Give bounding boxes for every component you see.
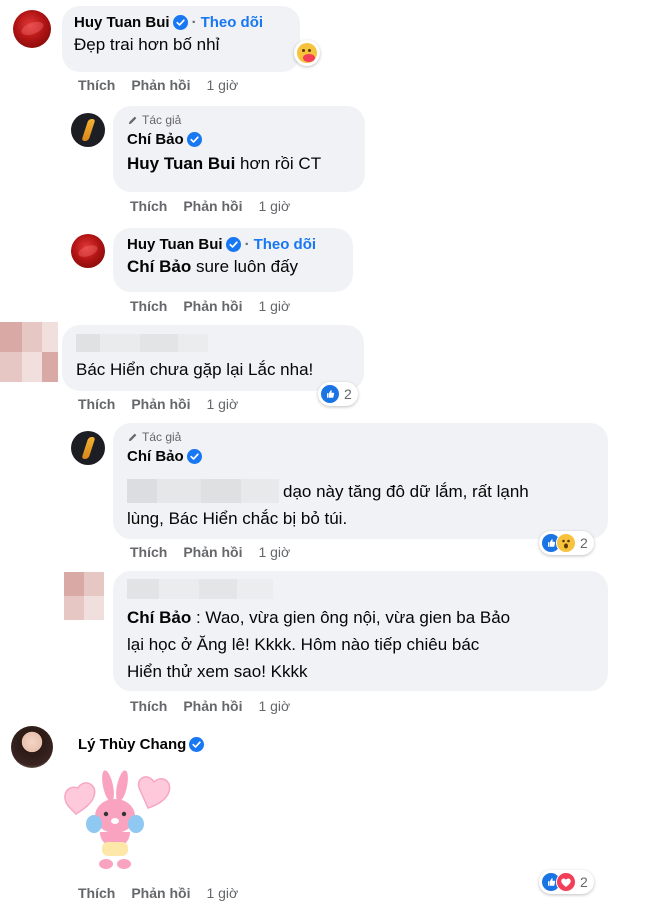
comment-text-line-3: Hiển thử xem sao! Kkkk <box>127 662 308 681</box>
avatar[interactable] <box>11 726 53 768</box>
comment-actions: Thích Phản hồi 1 giờ <box>78 885 238 901</box>
reply-link[interactable]: Phản hồi <box>183 544 242 560</box>
timestamp[interactable]: 1 giờ <box>258 298 290 314</box>
commenter-name[interactable]: Huy Tuan Bui <box>74 14 170 31</box>
comment-bubble: Tác giả Chí Bảo Huy Tuan Bui hơn rồi CT <box>113 106 365 192</box>
commenter-name[interactable]: Lý Thùy Chang <box>78 736 186 753</box>
like-link[interactable]: Thích <box>78 396 115 412</box>
reply-link[interactable]: Phản hồi <box>131 885 190 901</box>
like-link[interactable]: Thích <box>130 544 167 560</box>
comment-bubble: Huy Tuan Bui · Theo dõi Đẹp trai hơn bố … <box>62 6 300 72</box>
comment-actions: Thích Phản hồi 1 giờ <box>130 698 290 714</box>
author-tag: Tác giả <box>127 113 351 127</box>
follow-button[interactable]: Theo dõi <box>254 236 317 253</box>
comment-text-line-2: lùng, Bác Hiển chắc bị bỏ túi. <box>127 509 348 528</box>
reaction-count: 2 <box>344 386 352 402</box>
comment-actions: Thích Phản hồi 1 giờ <box>78 77 238 93</box>
blurred-name <box>76 334 208 352</box>
reaction-count: 2 <box>580 874 588 890</box>
reply-link[interactable]: Phản hồi <box>183 198 242 214</box>
comment-bubble: Tác giả Chí Bảo dạo này tăng đô dữ lắm, … <box>113 423 608 539</box>
comment-text-line-2: lại học ở Ăng lê! Kkkk. Hôm nào tiếp chi… <box>127 635 480 654</box>
blurred-mention <box>127 479 279 503</box>
comment-text: Đẹp trai hơn bố nhỉ <box>74 35 220 54</box>
avatar[interactable] <box>71 431 105 465</box>
timestamp[interactable]: 1 giờ <box>258 544 290 560</box>
care-icon <box>556 872 576 892</box>
like-link[interactable]: Thích <box>78 77 115 93</box>
commenter-name[interactable]: Chí Bảo <box>127 131 184 148</box>
comment-actions: Thích Phản hồi 1 giờ <box>130 198 290 214</box>
reply-link[interactable]: Phản hồi <box>131 396 190 412</box>
separator: · <box>244 236 250 253</box>
timestamp[interactable]: 1 giờ <box>206 396 238 412</box>
comment-text-line-1: dạo này tăng đô dữ lắm, rất lạnh <box>283 482 529 501</box>
timestamp[interactable]: 1 giờ <box>206 885 238 901</box>
commenter-name[interactable]: Chí Bảo <box>127 448 184 465</box>
follow-button[interactable]: Theo dõi <box>201 14 264 31</box>
reply-link[interactable]: Phản hồi <box>131 77 190 93</box>
mention-link[interactable]: Chí Bảo <box>127 257 191 276</box>
author-label: Tác giả <box>142 430 182 444</box>
timestamp[interactable]: 1 giờ <box>258 698 290 714</box>
timestamp[interactable]: 1 giờ <box>206 77 238 93</box>
mention-link[interactable]: Huy Tuan Bui <box>127 154 235 173</box>
comment-text: Bác Hiển chưa gặp lại Lắc nha! <box>76 360 314 379</box>
comment-actions: Thích Phản hồi 1 giờ <box>78 396 238 412</box>
like-link[interactable]: Thích <box>78 885 115 901</box>
like-link[interactable]: Thích <box>130 298 167 314</box>
avatar[interactable] <box>71 234 105 268</box>
commenter-name[interactable]: Huy Tuan Bui <box>127 236 223 253</box>
reaction-summary[interactable]: 2 <box>539 531 594 555</box>
mention-link[interactable]: Chí Bảo <box>127 608 191 627</box>
like-icon <box>320 384 340 404</box>
avatar[interactable] <box>71 113 105 147</box>
commenter-header: Lý Thùy Chang <box>78 736 204 753</box>
reaction-count: 2 <box>580 535 588 551</box>
avatar[interactable] <box>0 322 58 382</box>
comment-bubble: Bác Hiển chưa gặp lại Lắc nha! <box>62 325 364 391</box>
wow-icon <box>556 533 576 553</box>
like-link[interactable]: Thích <box>130 198 167 214</box>
comment-bubble: Huy Tuan Bui · Theo dõi Chí Bảo sure luô… <box>113 228 353 292</box>
reply-link[interactable]: Phản hồi <box>183 298 242 314</box>
comment-bubble: Chí Bảo : Wao, vừa gien ông nội, vừa gie… <box>113 571 608 691</box>
comment-text-line-1: : Wao, vừa gien ông nội, vừa gien ba Bảo <box>195 608 511 627</box>
separator: · <box>191 14 197 31</box>
reaction-summary[interactable]: 2 <box>318 382 358 406</box>
comment-text: sure luôn đấy <box>195 257 299 276</box>
pencil-icon <box>127 115 138 126</box>
comment-actions: Thích Phản hồi 1 giờ <box>130 298 290 314</box>
care-emoji-icon[interactable] <box>294 40 320 66</box>
timestamp[interactable]: 1 giờ <box>258 198 290 214</box>
author-tag: Tác giả <box>127 430 594 444</box>
comment-text: hơn rồi CT <box>240 154 322 173</box>
avatar[interactable] <box>64 572 104 620</box>
verified-badge-icon <box>173 15 188 30</box>
reaction-summary[interactable]: 2 <box>539 870 594 894</box>
blurred-name <box>127 579 273 599</box>
author-label: Tác giả <box>142 113 182 127</box>
reply-link[interactable]: Phản hồi <box>183 698 242 714</box>
like-link[interactable]: Thích <box>130 698 167 714</box>
pencil-icon <box>127 432 138 443</box>
avatar[interactable] <box>13 10 51 48</box>
pink-bunny-sticker[interactable] <box>56 768 176 878</box>
verified-badge-icon <box>189 737 204 752</box>
verified-badge-icon <box>187 449 202 464</box>
comment-actions: Thích Phản hồi 1 giờ <box>130 544 290 560</box>
verified-badge-icon <box>187 132 202 147</box>
verified-badge-icon <box>226 237 241 252</box>
